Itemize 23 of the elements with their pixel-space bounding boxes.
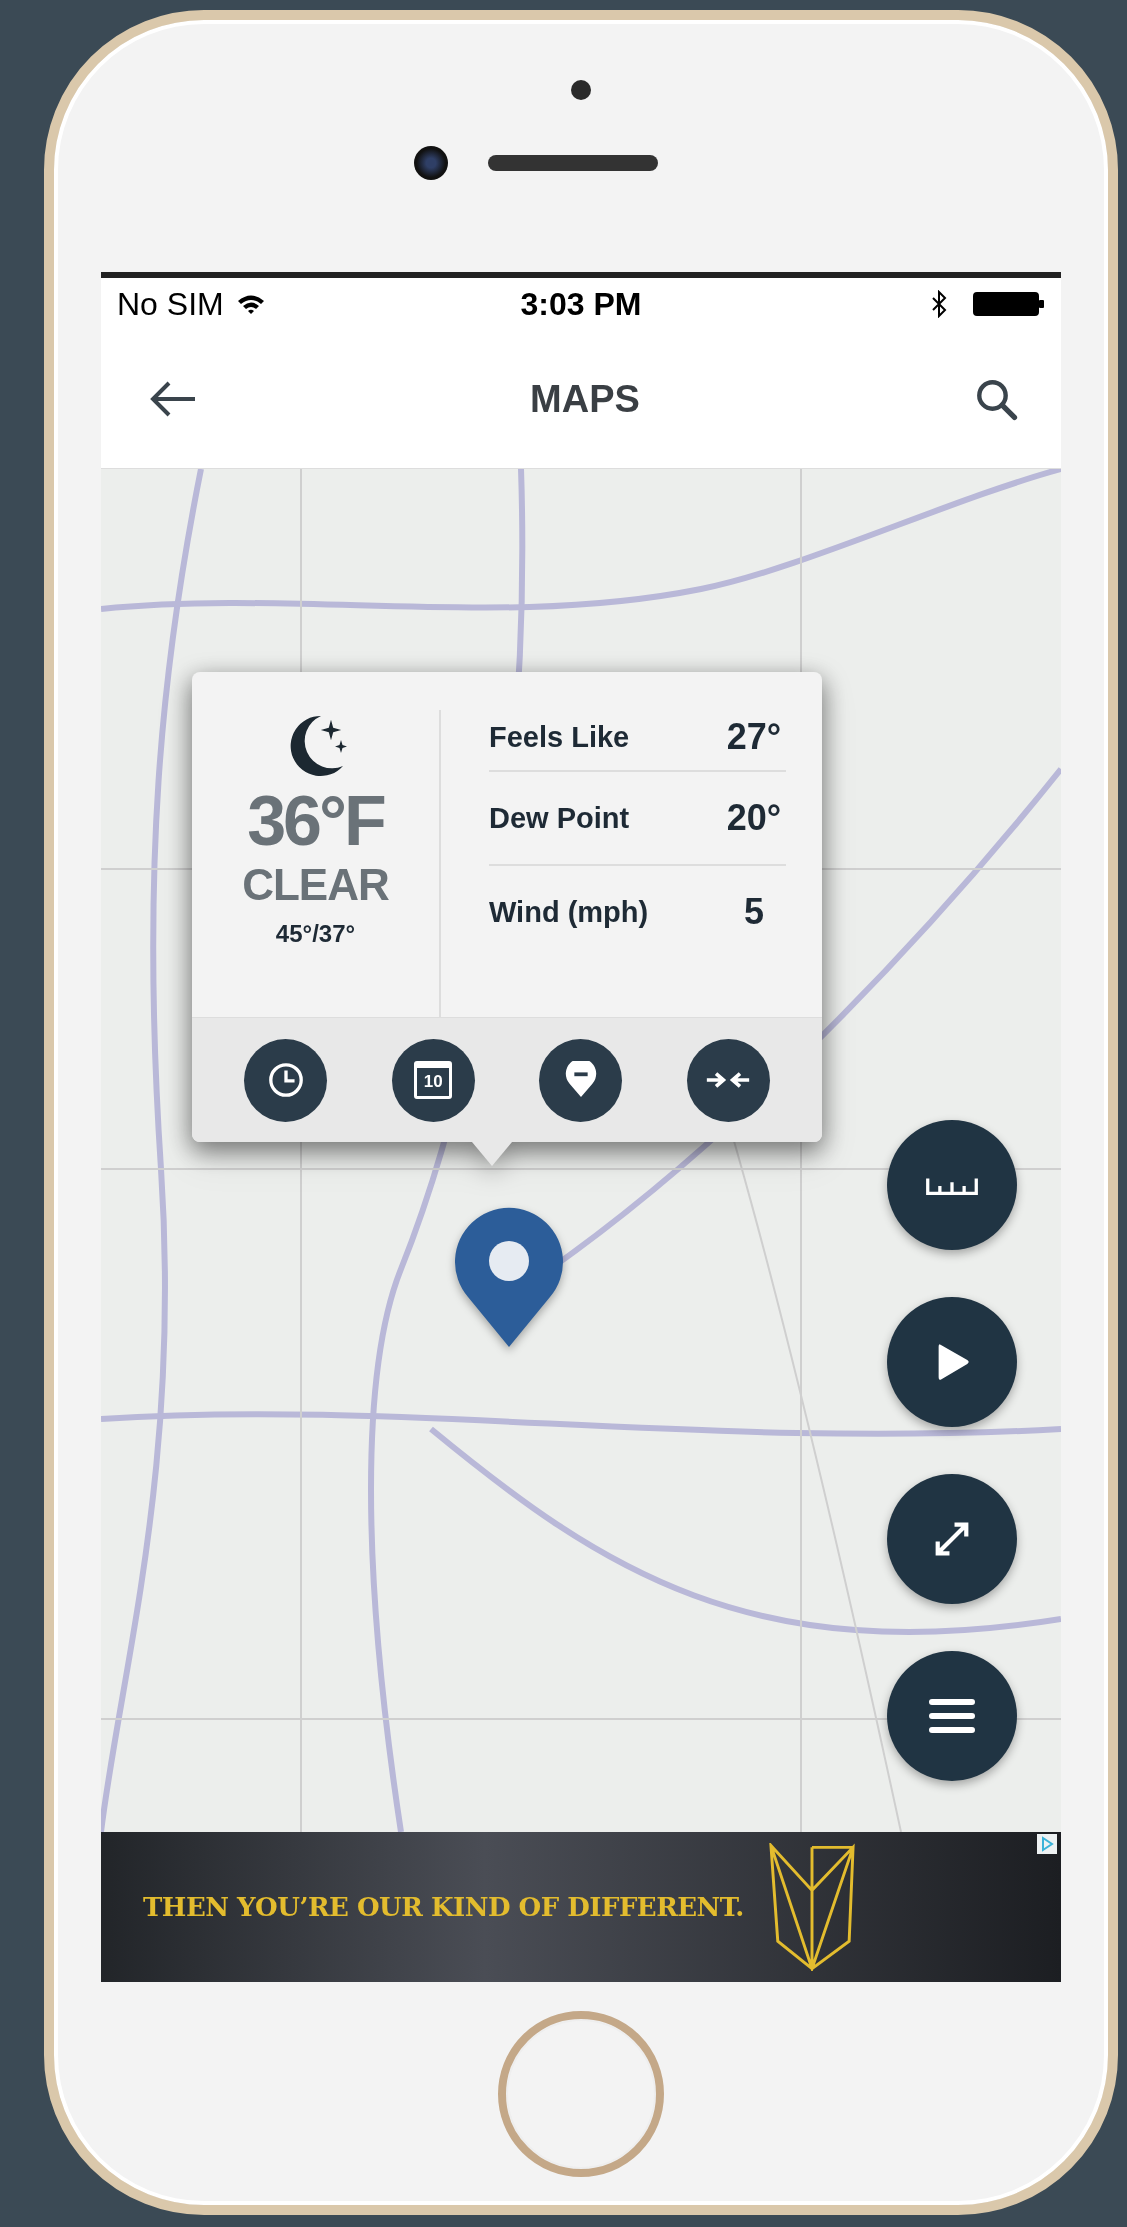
detail-value: 20° [725,797,783,839]
ad-banner[interactable]: THEN YOU’RE OUR KIND OF DIFFERENT. [101,1832,1061,1982]
page-title: MAPS [530,377,640,421]
camera-lens [414,146,448,180]
calendar-icon: 10 [414,1061,453,1099]
ad-headline: THEN YOU’RE OUR KIND OF DIFFERENT. [143,1892,744,1922]
detail-label: Feels Like [489,720,630,754]
shield-logo-icon [767,1843,856,1971]
bluetooth-icon [931,290,947,318]
status-time: 3:03 PM [520,285,642,323]
clock-icon [266,1061,305,1099]
sensor-dot [571,80,591,100]
detail-label: Wind (mph) [489,895,649,929]
detail-label: Dew Point [489,801,630,835]
detail-value: 5 [743,891,765,933]
high-low-temperature: 45°/37° [275,920,356,948]
detail-value: 27° [725,716,783,758]
weather-condition: CLEAR [242,860,389,910]
location-pin-icon[interactable] [454,1207,564,1347]
temperature: 36°F [247,786,384,856]
calendar-button[interactable]: 10 [391,1038,475,1122]
carrier-label: No SIM [117,285,224,323]
battery-icon [973,292,1045,316]
